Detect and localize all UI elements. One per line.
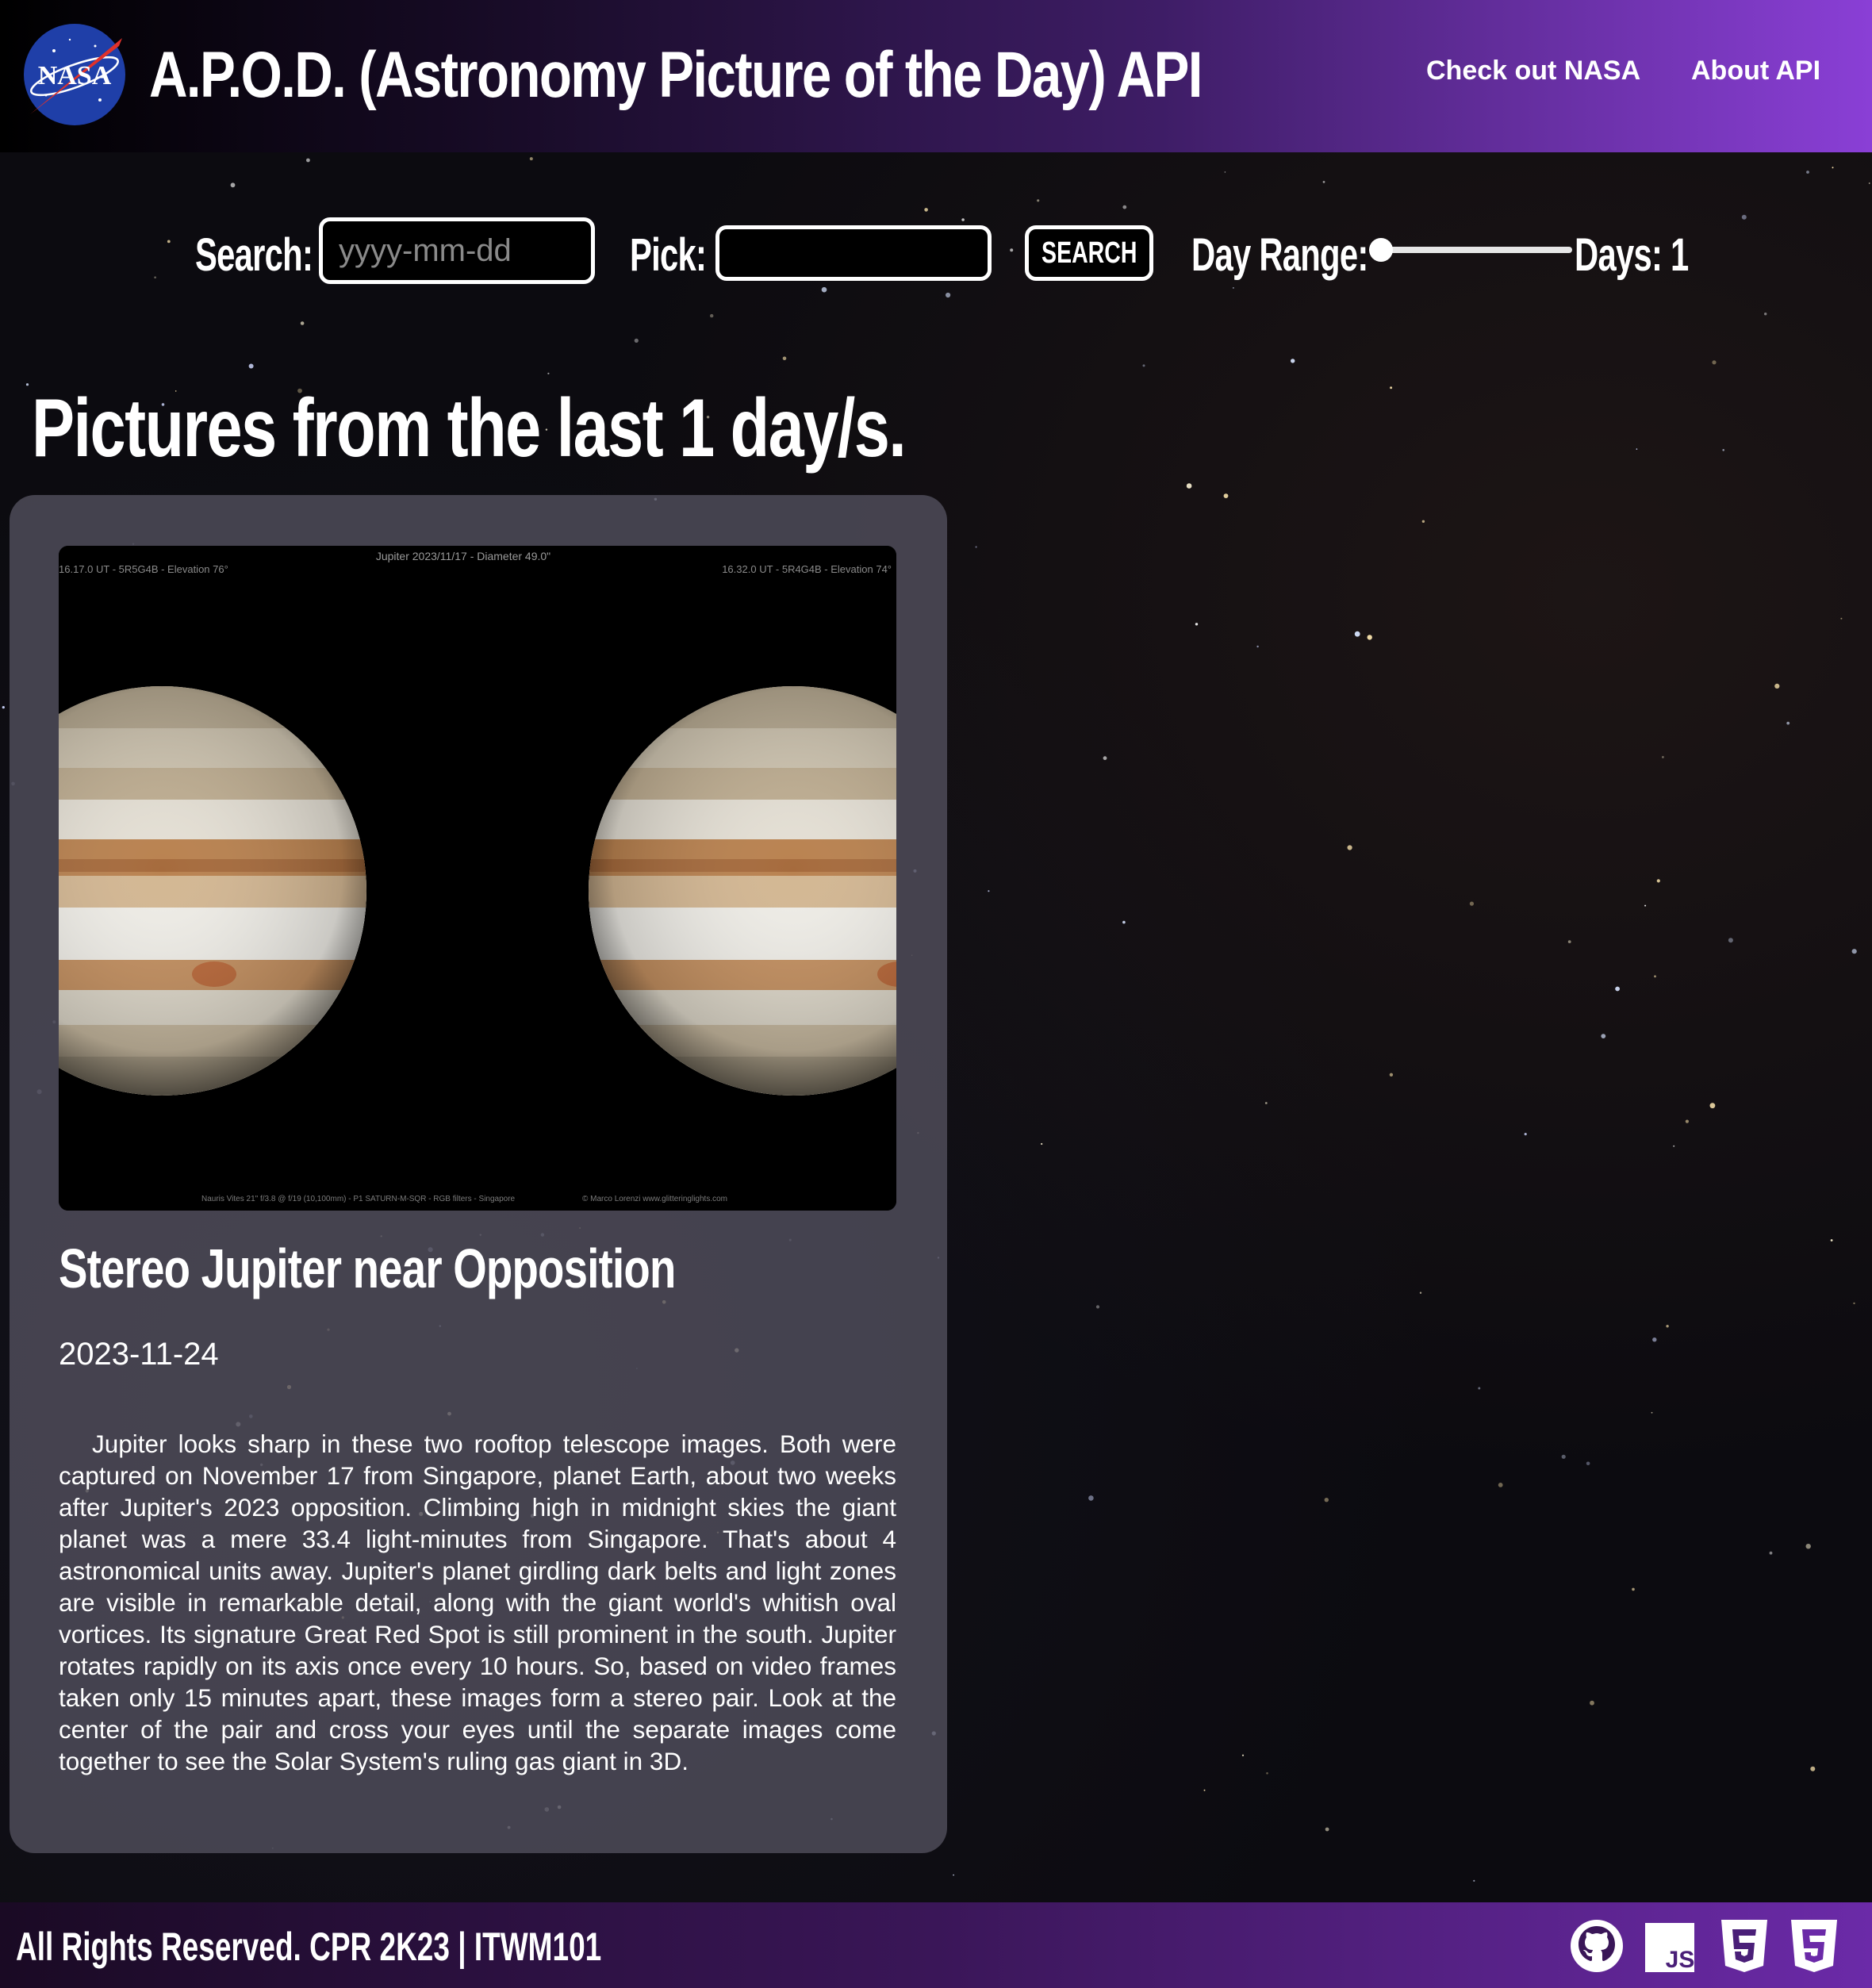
apod-description: Jupiter looks sharp in these two rooftop…	[59, 1430, 896, 1775]
css3-icon[interactable]	[1786, 1918, 1842, 1974]
apod-date: 2023-11-24	[59, 1337, 219, 1372]
slider-track	[1369, 247, 1572, 253]
days-count-label: Days: 1	[1575, 229, 1689, 281]
image-caption-bottom-right: © Marco Lorenzi www.glitteringlights.com	[582, 1195, 727, 1203]
image-caption-right: 16.32.0 UT - 5R4G4B - Elevation 74°	[722, 563, 892, 575]
apod-title: Stereo Jupiter near Opposition	[59, 1238, 676, 1299]
date-search-input[interactable]	[319, 217, 595, 284]
nav-check-out-nasa[interactable]: Check out NASA	[1426, 56, 1640, 86]
day-range-label: Day Range:	[1191, 229, 1368, 281]
search-button-label: SEARCH	[1041, 236, 1137, 270]
date-picker-input[interactable]	[715, 225, 992, 281]
page-heading: Pictures from the last 1 day/s.	[32, 382, 907, 474]
apod-image[interactable]: Jupiter 2023/11/17 - Diameter 49.0" 16.1…	[59, 546, 896, 1211]
image-caption-left: 16.17.0 UT - 5R5G4B - Elevation 76°	[59, 563, 228, 575]
site-footer: All Rights Reserved. CPR 2K23 | ITWM101 …	[0, 1902, 1872, 1988]
javascript-icon[interactable]: JS	[1645, 1923, 1694, 1972]
search-controls: Search: Pick: SEARCH Day Range: Days: 1	[0, 216, 1872, 295]
svg-text:JS: JS	[1666, 1947, 1694, 1972]
search-button[interactable]: SEARCH	[1025, 225, 1153, 281]
pick-label: Pick:	[630, 229, 707, 281]
nav-about-api[interactable]: About API	[1691, 56, 1820, 86]
site-title: A.P.O.D. (Astronomy Picture of the Day) …	[149, 39, 1203, 111]
footer-copyright: All Rights Reserved. CPR 2K23 | ITWM101	[16, 1925, 602, 1969]
search-label: Search:	[195, 229, 313, 281]
svg-text:NASA: NASA	[38, 61, 112, 90]
image-caption-top: Jupiter 2023/11/17 - Diameter 49.0"	[376, 550, 550, 562]
image-caption-bottom-left: Nauris Vites 21" f/3.8 @ f/19 (10,100mm)…	[201, 1195, 516, 1203]
html5-icon[interactable]	[1717, 1918, 1772, 1974]
day-range-slider[interactable]	[1369, 238, 1572, 262]
slider-thumb[interactable]	[1369, 238, 1393, 262]
github-icon[interactable]	[1569, 1918, 1625, 1974]
nasa-logo[interactable]: NASA	[22, 22, 127, 127]
apod-card: Jupiter 2023/11/17 - Diameter 49.0" 16.1…	[10, 495, 947, 1853]
site-header: NASA A.P.O.D. (Astronomy Picture of the …	[0, 0, 1872, 152]
stereo-jupiter-image: Jupiter 2023/11/17 - Diameter 49.0" 16.1…	[59, 546, 896, 1211]
